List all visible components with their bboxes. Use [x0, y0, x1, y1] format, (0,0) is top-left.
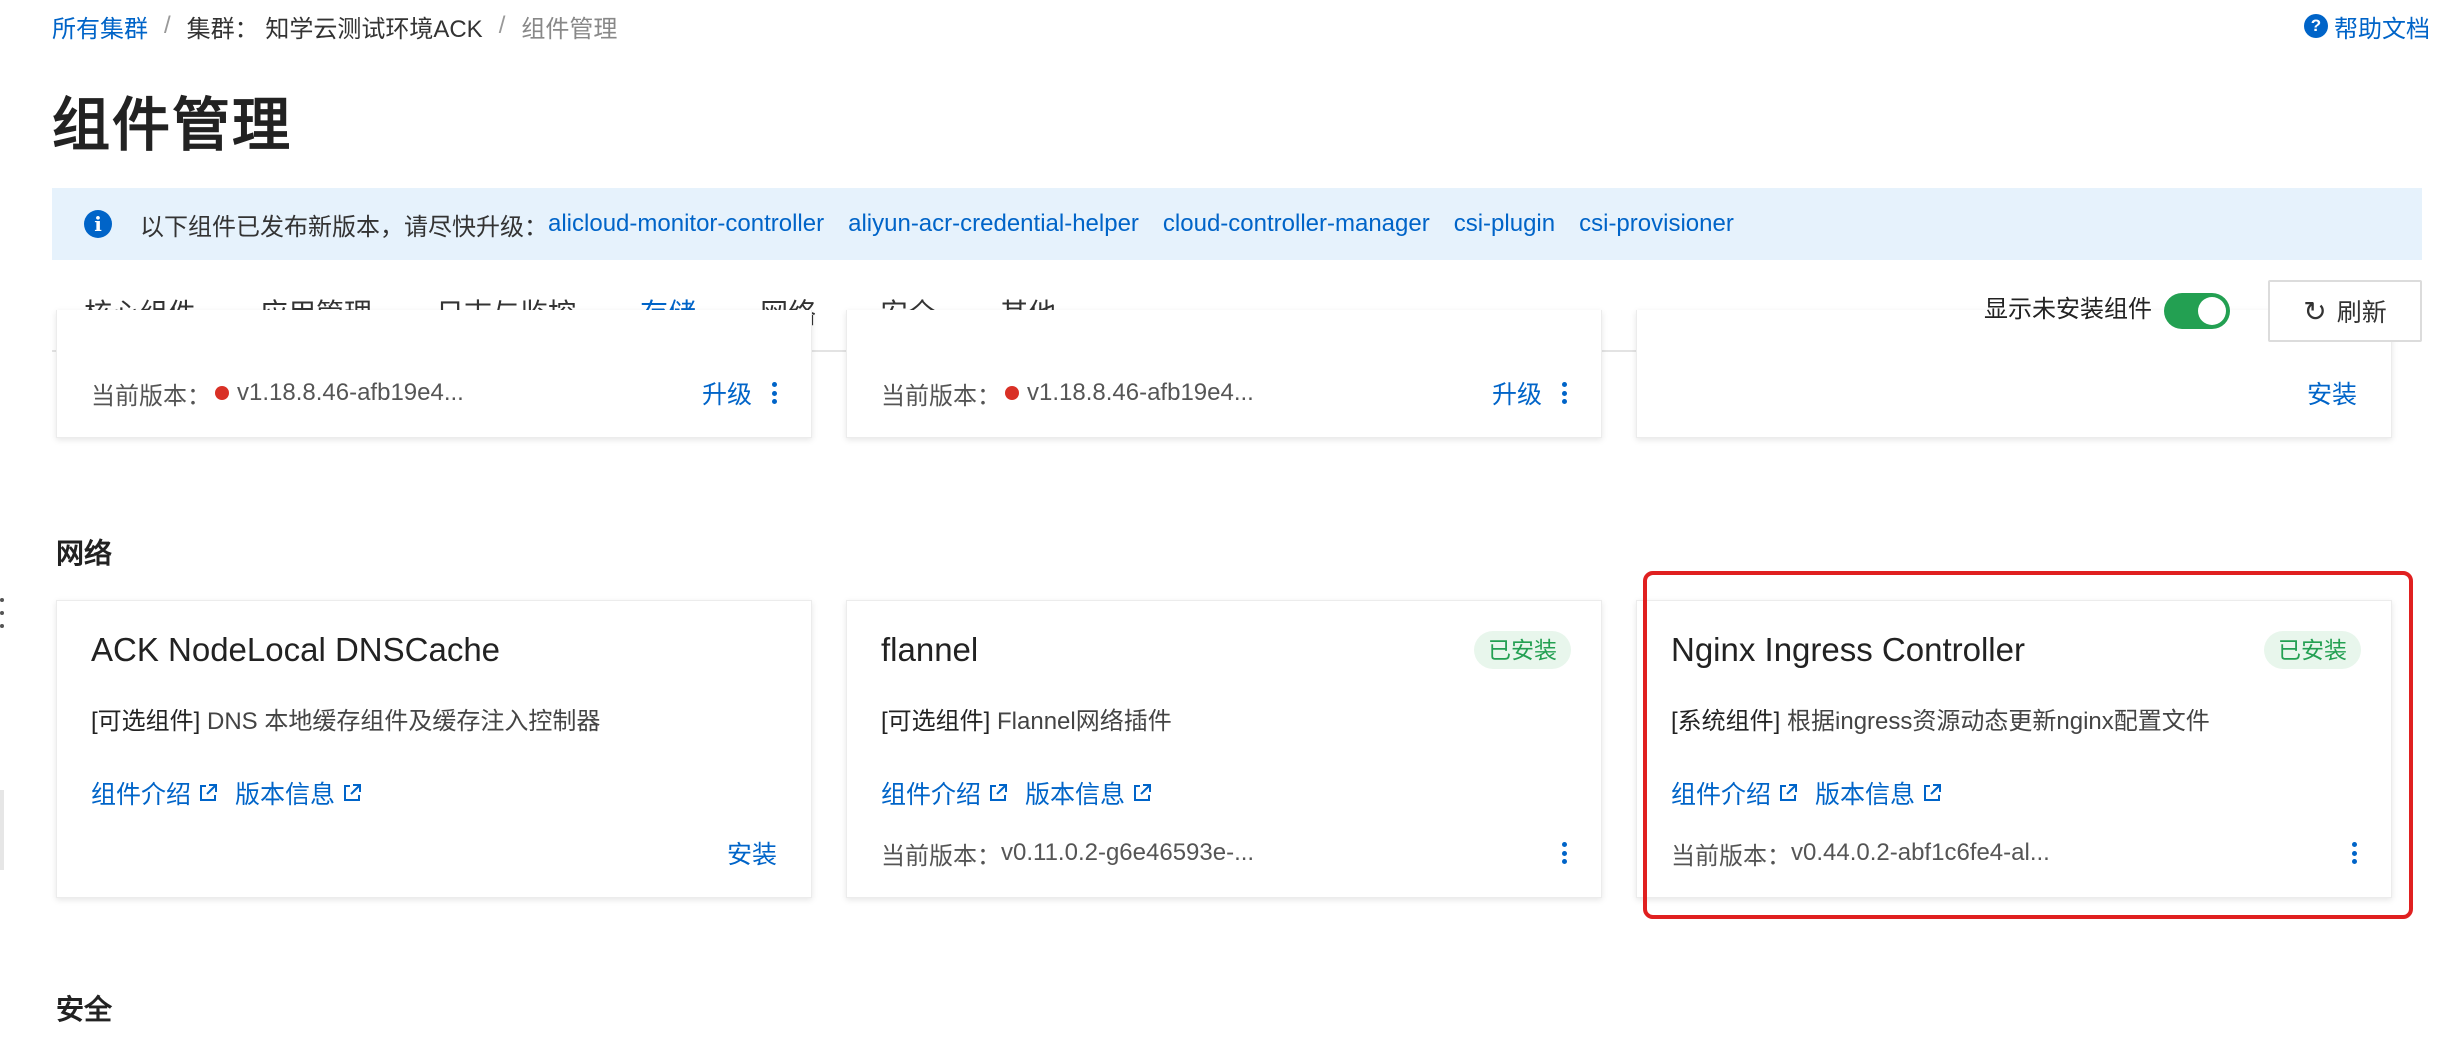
version-row: 当前版本： v1.18.8.46-afb19e4... 升级: [881, 375, 1567, 411]
external-link-icon: [200, 784, 218, 801]
upgrade-status-dot-icon: [1005, 386, 1019, 400]
version-value: v1.18.8.46-afb19e4...: [237, 379, 464, 406]
version-row: 当前版本： v0.44.0.2-abf1c6fe4-al...: [1671, 835, 2357, 871]
component-description: [系统组件] 根据ingress资源动态更新nginx配置文件: [1671, 701, 2210, 736]
breadcrumb-all-clusters[interactable]: 所有集群: [52, 9, 148, 44]
storage-card: 当前版本： v1.18.8.46-afb19e4... 升级: [846, 310, 1602, 438]
question-icon: ?: [2304, 14, 2328, 38]
upgrade-button[interactable]: 升级: [702, 375, 752, 411]
show-uninstalled-toggle[interactable]: [2164, 293, 2230, 329]
version-label: 当前版本：: [881, 382, 1001, 410]
version-row: 当前版本： v1.18.8.46-afb19e4... 升级: [91, 375, 777, 411]
component-name: Nginx Ingress Controller: [1671, 631, 2025, 668]
section-title-security: 安全: [56, 994, 113, 1025]
version-value: v0.11.0.2-g6e46593e-...: [1001, 839, 1255, 866]
component-name: ACK NodeLocal DNSCache: [91, 631, 501, 668]
breadcrumb: 所有集群 / 集群： 知学云测试环境ACK / 组件管理: [52, 8, 617, 44]
component-type-tag: [可选组件]: [881, 708, 991, 735]
component-type-tag: [可选组件]: [91, 708, 201, 735]
sidebar-edge: [0, 790, 4, 870]
notice-link-csi-provisioner[interactable]: csi-provisioner: [1579, 210, 1734, 238]
install-button[interactable]: 安装: [2307, 375, 2357, 411]
external-link-icon: [1134, 784, 1152, 801]
refresh-label: 刷新: [2336, 299, 2387, 327]
version-row: 安装: [1671, 375, 2357, 411]
version-info-link[interactable]: 版本信息: [1025, 775, 1152, 811]
breadcrumb-cluster[interactable]: 集群： 知学云测试环境ACK: [187, 9, 483, 44]
component-desc-text: 根据ingress资源动态更新nginx配置文件: [1787, 708, 2210, 735]
version-row: 当前版本： v0.11.0.2-g6e46593e-...: [881, 835, 1567, 871]
version-value: v0.44.0.2-abf1c6fe4-al...: [1791, 839, 2050, 866]
component-desc-text: DNS 本地缓存组件及缓存注入控制器: [207, 708, 601, 735]
breadcrumb-current: 组件管理: [521, 15, 618, 43]
version-value: v1.18.8.46-afb19e4...: [1027, 379, 1254, 406]
version-info-link[interactable]: 版本信息: [235, 775, 362, 811]
refresh-icon: ↻: [2303, 295, 2327, 327]
version-label: 当前版本：: [91, 382, 211, 410]
upgrade-status-dot-icon: [215, 386, 229, 400]
installed-badge: 已安装: [2264, 631, 2361, 669]
component-links: 组件介绍 版本信息: [881, 775, 1169, 811]
notice-link-csi-plugin[interactable]: csi-plugin: [1454, 210, 1555, 238]
more-actions-icon[interactable]: [1562, 382, 1567, 404]
breadcrumb-separator: /: [498, 12, 506, 39]
notice-link-cloud-controller-manager[interactable]: cloud-controller-manager: [1163, 210, 1430, 238]
component-intro-link[interactable]: 组件介绍: [91, 775, 218, 811]
version-label: 当前版本：: [1671, 842, 1791, 870]
version-info-link[interactable]: 版本信息: [1815, 775, 1942, 811]
help-docs-link[interactable]: ? 帮助文档: [2304, 8, 2430, 44]
upgrade-notice: i 以下组件已发布新版本，请尽快升级： alicloud-monitor-con…: [52, 188, 2422, 260]
external-link-icon: [344, 784, 362, 801]
refresh-button[interactable]: ↻ 刷新: [2268, 280, 2422, 342]
installed-badge: 已安装: [1474, 631, 1571, 669]
notice-link-aliyun-acr-credential-helper[interactable]: aliyun-acr-credential-helper: [848, 210, 1139, 238]
upgrade-button[interactable]: 升级: [1492, 375, 1542, 411]
external-link-icon: [1924, 784, 1942, 801]
help-docs-label: 帮助文档: [2334, 15, 2430, 43]
component-type-tag: [系统组件]: [1671, 708, 1781, 735]
component-card-nodelocal-dnscache: ACK NodeLocal DNSCache [可选组件] DNS 本地缓存组件…: [56, 600, 812, 898]
info-icon: i: [84, 210, 112, 238]
component-links: 组件介绍 版本信息: [1671, 775, 1959, 811]
component-description: [可选组件] Flannel网络插件: [881, 701, 1172, 736]
version-label: 当前版本：: [881, 842, 1001, 870]
show-uninstalled-label: 显示未安装组件: [1984, 296, 2152, 323]
notice-link-alicloud-monitor-controller[interactable]: alicloud-monitor-controller: [548, 210, 824, 238]
breadcrumb-separator: /: [164, 12, 171, 39]
more-actions-icon[interactable]: [1562, 842, 1567, 864]
component-links: 组件介绍 版本信息: [91, 775, 379, 811]
component-card-flannel: flannel 已安装 [可选组件] Flannel网络插件 组件介绍 版本信息…: [846, 600, 1602, 898]
page-title: 组件管理: [52, 93, 293, 158]
component-intro-link[interactable]: 组件介绍: [1671, 775, 1798, 811]
external-link-icon: [1780, 784, 1798, 801]
component-description: [可选组件] DNS 本地缓存组件及缓存注入控制器: [91, 701, 600, 736]
section-title-network: 网络: [56, 538, 113, 569]
storage-card: 当前版本： v1.18.8.46-afb19e4... 升级: [56, 310, 812, 438]
external-link-icon: [990, 784, 1008, 801]
component-intro-link[interactable]: 组件介绍: [881, 775, 1008, 811]
more-actions-icon[interactable]: [772, 382, 777, 404]
install-button[interactable]: 安装: [727, 835, 777, 871]
more-actions-icon[interactable]: [2352, 842, 2357, 864]
version-row: 安装: [91, 835, 777, 871]
component-name: flannel: [881, 631, 979, 668]
component-desc-text: Flannel网络插件: [997, 708, 1172, 735]
collapse-handle-icon[interactable]: [0, 598, 6, 628]
notice-text: 以下组件已发布新版本，请尽快升级：: [140, 213, 548, 241]
component-card-nginx-ingress-controller: Nginx Ingress Controller 已安装 [系统组件] 根据in…: [1636, 600, 2392, 898]
